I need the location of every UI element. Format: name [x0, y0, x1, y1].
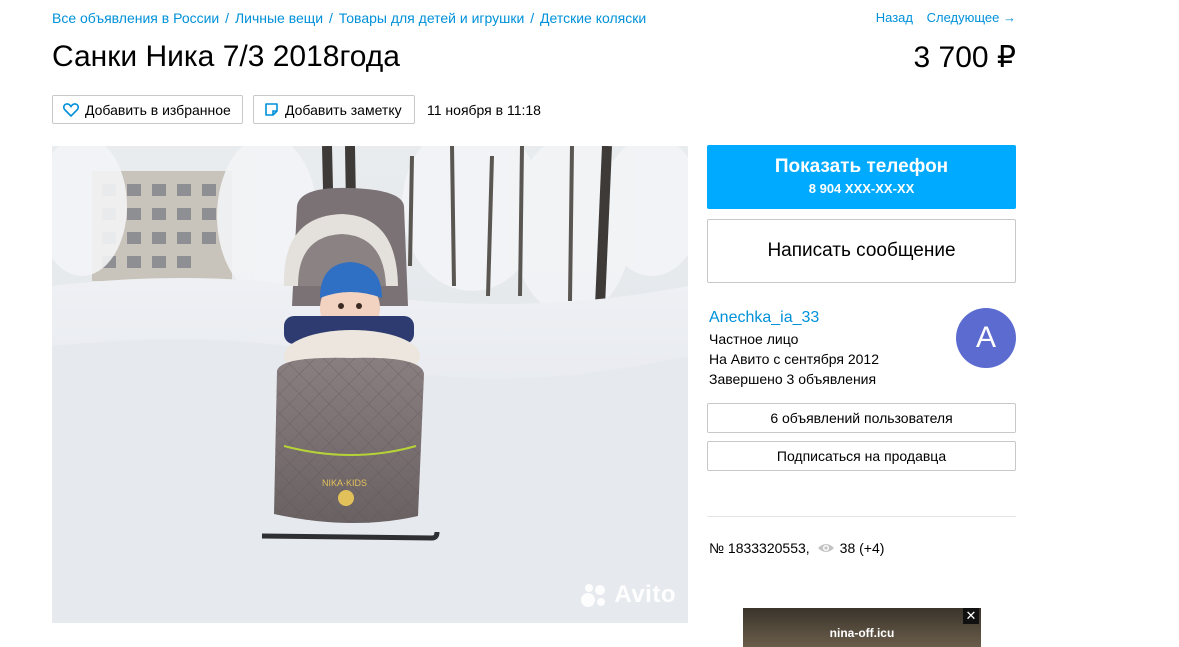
avito-watermark: Avito — [580, 581, 676, 609]
subscribe-seller-button[interactable]: Подписаться на продавца — [707, 441, 1016, 471]
price: 3 700 ₽ — [913, 41, 1017, 74]
ad-label: nina-off.icu — [829, 626, 895, 640]
masked-phone: 8 904 XXX-XX-XX — [808, 181, 915, 196]
avatar[interactable]: A — [956, 308, 1016, 368]
listing-number: № 1833320553, — [709, 540, 810, 556]
page-title: Санки Ника 7/3 2018года — [52, 40, 400, 73]
svg-text:NIKA·KIDS: NIKA·KIDS — [322, 478, 367, 488]
seller-completed: Завершено 3 объявления — [709, 371, 877, 387]
avito-watermark-text: Avito — [614, 581, 676, 608]
photo-sled-snow: NIKA·KIDS — [52, 146, 688, 623]
listing-navigation: Назад Следующее → — [876, 10, 1016, 25]
view-count: 38 (+4) — [839, 540, 885, 556]
breadcrumb-separator: / — [329, 10, 333, 26]
seller-since: На Авито с сентября 2012 — [709, 351, 879, 367]
next-link[interactable]: Следующее → — [927, 10, 1016, 25]
breadcrumb-separator: / — [225, 10, 230, 26]
seller-ads-button[interactable]: 6 объявлений пользователя — [707, 403, 1016, 433]
breadcrumb-separator: / — [530, 10, 535, 26]
note-icon — [265, 103, 278, 116]
add-to-favorites-button[interactable]: Добавить в избранное — [52, 95, 243, 124]
add-note-button[interactable]: Добавить заметку — [253, 95, 415, 124]
breadcrumb-link-kids[interactable]: Товары для детей и игрушки — [339, 10, 525, 26]
show-phone-label: Показать телефон — [774, 156, 949, 177]
breadcrumb-link-all[interactable]: Все объявления в России — [52, 10, 219, 26]
add-note-label: Добавить заметку — [285, 101, 402, 118]
avatar-letter: A — [975, 321, 996, 354]
breadcrumb-link-strollers[interactable]: Детские коляски — [540, 10, 646, 26]
breadcrumb-link-personal[interactable]: Личные вещи — [235, 10, 323, 26]
back-link[interactable]: Назад — [876, 10, 913, 25]
breadcrumb: Все объявления в России / Личные вещи / … — [52, 10, 646, 26]
seller-name-link[interactable]: Anechka_ia_33 — [709, 309, 819, 327]
divider — [707, 516, 1016, 517]
close-icon[interactable]: ✕ — [963, 608, 979, 624]
eye-icon — [817, 544, 834, 552]
heart-icon — [63, 103, 79, 117]
write-message-button[interactable]: Написать сообщение — [707, 219, 1016, 283]
add-to-favorites-label: Добавить в избранное — [85, 101, 231, 118]
listing-meta: № 1833320553, 38 (+4) — [709, 540, 884, 556]
seller-type: Частное лицо — [709, 331, 799, 347]
ad-banner[interactable]: nina-off.icu ✕ — [743, 608, 981, 647]
show-phone-button[interactable]: Показать телефон 8 904 XXX-XX-XX — [707, 145, 1016, 209]
publish-date: 11 ноября в 11:18 — [427, 102, 541, 118]
listing-photo[interactable]: NIKA·KIDS Avito — [52, 146, 688, 623]
avito-logo-icon — [581, 584, 606, 607]
